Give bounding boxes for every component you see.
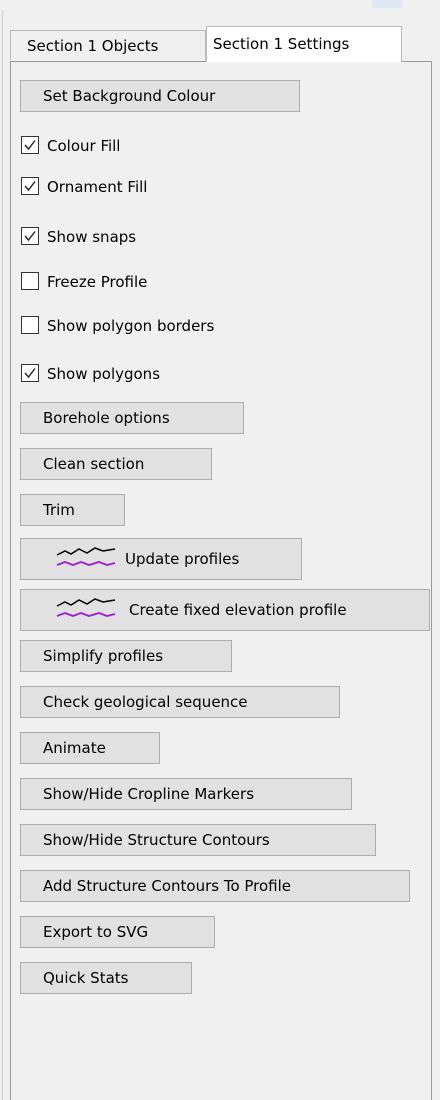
checkbox-label: Colour Fill [47, 137, 121, 155]
profile-lines-icon [56, 547, 116, 566]
check-icon [24, 181, 36, 192]
checkbox-label: Ornament Fill [47, 178, 148, 196]
tab-section-1-objects[interactable]: Section 1 Objects [10, 30, 206, 60]
trim-button[interactable]: Trim [20, 494, 125, 526]
check-icon [24, 140, 36, 151]
show-hide-structure-contours-button[interactable]: Show/Hide Structure Contours [20, 824, 376, 856]
checkbox-box[interactable] [21, 136, 39, 154]
outer-border [2, 10, 3, 1100]
checkbox-box[interactable] [21, 177, 39, 195]
window-top-accent [372, 0, 402, 8]
animate-button[interactable]: Animate [20, 732, 160, 764]
update-profiles-label: Update profiles [125, 550, 240, 568]
profile-lines-icon [56, 598, 116, 617]
simplify-profiles-button[interactable]: Simplify profiles [20, 640, 232, 672]
checkbox-label: Show snaps [47, 228, 137, 246]
create-fixed-elevation-profile-label: Create fixed elevation profile [129, 601, 347, 619]
settings-panel: Set Background Colour Colour Fill Orname… [10, 61, 432, 1100]
checkbox-box[interactable] [21, 316, 39, 334]
create-fixed-elevation-profile-button[interactable]: Create fixed elevation profile [20, 589, 430, 631]
check-icon [24, 231, 36, 242]
quick-stats-button[interactable]: Quick Stats [20, 962, 192, 994]
update-profiles-button[interactable]: Update profiles [20, 538, 302, 580]
checkbox-label: Freeze Profile [47, 273, 148, 291]
export-to-svg-button[interactable]: Export to SVG [20, 916, 215, 948]
check-icon [24, 368, 36, 379]
tab-section-1-settings[interactable]: Section 1 Settings [206, 26, 402, 62]
borehole-options-button[interactable]: Borehole options [20, 402, 244, 434]
set-background-colour-button[interactable]: Set Background Colour [20, 80, 300, 112]
clean-section-button[interactable]: Clean section [20, 448, 212, 480]
checkbox-box[interactable] [21, 272, 39, 290]
checkbox-label: Show polygon borders [47, 317, 215, 335]
checkbox-label: Show polygons [47, 365, 161, 383]
checkbox-box[interactable] [21, 364, 39, 382]
add-structure-contours-to-profile-button[interactable]: Add Structure Contours To Profile [20, 870, 410, 902]
show-hide-cropline-markers-button[interactable]: Show/Hide Cropline Markers [20, 778, 352, 810]
checkbox-box[interactable] [21, 227, 39, 245]
check-geological-sequence-button[interactable]: Check geological sequence [20, 686, 340, 718]
